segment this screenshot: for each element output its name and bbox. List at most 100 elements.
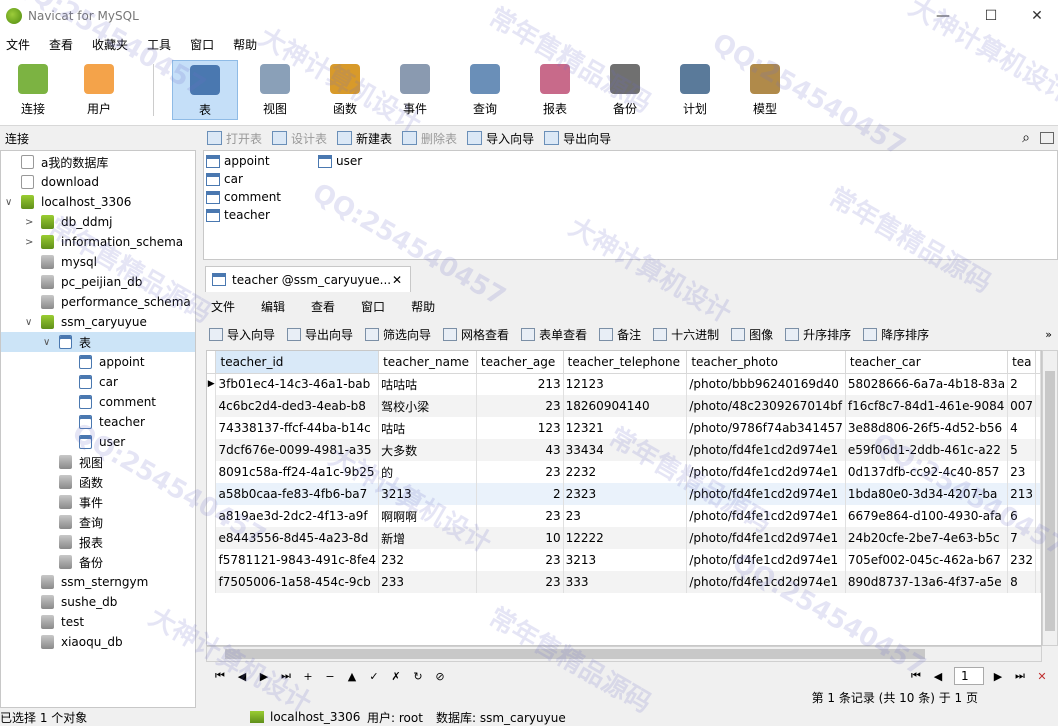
table-cell[interactable]: 3213 [378, 483, 477, 505]
record-nav-button[interactable]: ▶ [254, 670, 274, 683]
tree-item[interactable]: test [1, 612, 195, 632]
table-row[interactable]: a819ae3d-2dc2-4f13-a9f 啊啊啊 23 23/photo/fd4f… [207, 505, 1041, 527]
tree-item[interactable]: mysql [1, 252, 195, 272]
tree-item[interactable]: ∨ localhost_3306 [1, 192, 195, 212]
toolbar-overflow-icon[interactable]: » [1045, 328, 1052, 341]
record-nav-button[interactable]: ⏭ [276, 669, 296, 683]
table-cell[interactable]: 3e88d806-26f5-4d52-b56 [845, 417, 1009, 439]
toolbar-function-button[interactable]: 函数 [312, 60, 378, 120]
table-cell[interactable]: 4c6bc2d4-ded3-4eab-b8 [215, 395, 380, 417]
table-cell[interactable]: 7 [1007, 527, 1036, 549]
table-cell[interactable]: 24b20cfe-2be7-4e63-b5c [845, 527, 1009, 549]
tree-item[interactable]: performance_schema [1, 292, 195, 312]
column-header[interactable]: teacher_telephone [563, 351, 688, 374]
table-toolbar-button[interactable]: 筛选向导 [365, 326, 431, 343]
table-cell[interactable]: /photo/fd4fe1cd2d974e1 [686, 505, 846, 527]
column-header[interactable]: teacher_photo [686, 351, 846, 374]
table-menu-edit[interactable]: 编辑 [261, 298, 285, 315]
column-header[interactable]: teacher_age [476, 351, 564, 374]
column-header[interactable]: teacher_car [845, 351, 1009, 374]
table-cell[interactable]: e8443556-8d45-4a23-8d [215, 527, 380, 549]
object-toolbar-button[interactable]: 导出向导 [544, 130, 611, 147]
table-row[interactable]: 7dcf676e-0099-4981-a35 大多数 43 33434/photo/f… [207, 439, 1041, 461]
table-row[interactable]: 4c6bc2d4-ded3-4eab-b8 驾校小梁 23 18260904140/p… [207, 395, 1041, 417]
record-nav-button[interactable]: ↻ [408, 670, 428, 683]
table-cell[interactable]: 890d8737-13a6-4f37-a5e [845, 571, 1009, 593]
table-toolbar-button[interactable]: 升序排序 [785, 326, 851, 343]
toolbar-connection-button[interactable]: 连接 [0, 60, 66, 120]
table-cell[interactable]: 咕咕咕 [378, 373, 477, 395]
table-toolbar-button[interactable]: 备注 [599, 326, 641, 343]
menu-file[interactable]: 文件 [0, 36, 36, 53]
table-cell[interactable]: 23 [476, 571, 564, 593]
table-cell[interactable]: /photo/bbb96240169d40 [686, 373, 846, 395]
table-toolbar-button[interactable]: 导入向导 [209, 326, 275, 343]
table-cell[interactable]: /photo/fd4fe1cd2d974e1 [686, 439, 846, 461]
tree-item[interactable]: pc_peijian_db [1, 272, 195, 292]
expand-arrow-icon[interactable]: ∨ [25, 317, 32, 328]
column-header[interactable]: teacher_id [215, 351, 380, 374]
toolbar-model-button[interactable]: 模型 [732, 60, 798, 120]
tree-item[interactable]: ∨ 表 [1, 332, 195, 352]
prev-page-button[interactable]: ◀ [928, 670, 948, 683]
table-cell[interactable]: 7dcf676e-0099-4981-a35 [215, 439, 380, 461]
table-cell[interactable]: f5781121-9843-491c-8fe4 [215, 549, 380, 571]
tree-item[interactable]: 备份 [1, 552, 195, 572]
table-cell[interactable]: 232 [1007, 549, 1036, 571]
tree-item[interactable]: > db_ddmj [1, 212, 195, 232]
table-cell[interactable]: 232 [378, 549, 477, 571]
table-row[interactable]: ▶ 3fb01ec4-14c3-46a1-bab 咕咕咕 213 12123/photo… [207, 373, 1041, 395]
tree-item[interactable]: > information_schema [1, 232, 195, 252]
tree-item[interactable]: download [1, 172, 195, 192]
table-cell[interactable]: 5 [1007, 439, 1036, 461]
next-page-button[interactable]: ▶ [988, 670, 1008, 683]
horizontal-scroll-thumb[interactable] [225, 649, 925, 659]
table-toolbar-button[interactable]: 十六进制 [653, 326, 719, 343]
vertical-scroll-thumb[interactable] [1045, 371, 1055, 631]
tab-teacher[interactable]: teacher @ssm_caryuyue... ✕ [205, 266, 411, 292]
grid-horizontal-scrollbar[interactable] [206, 646, 1042, 662]
tree-item[interactable]: sushe_db [1, 592, 195, 612]
table-cell[interactable]: 23 [476, 461, 564, 483]
table-toolbar-button[interactable]: 导出向导 [287, 326, 353, 343]
menu-window[interactable]: 窗口 [184, 36, 220, 53]
tree-item[interactable]: car [1, 372, 195, 392]
record-nav-button[interactable]: ⊘ [430, 670, 450, 683]
table-toolbar-button[interactable]: 表单查看 [521, 326, 587, 343]
table-menu-window[interactable]: 窗口 [361, 298, 385, 315]
table-cell[interactable]: 4 [1007, 417, 1036, 439]
table-cell[interactable]: /photo/fd4fe1cd2d974e1 [686, 549, 846, 571]
table-cell[interactable]: a58b0caa-fe83-4fb6-ba7 [215, 483, 380, 505]
table-menu-help[interactable]: 帮助 [411, 298, 435, 315]
table-cell[interactable]: e59f06d1-2ddb-461c-a22 [845, 439, 1009, 461]
table-cell[interactable]: 33434 [563, 439, 688, 461]
toolbar-query-button[interactable]: 查询 [452, 60, 518, 120]
tree-item[interactable]: teacher [1, 412, 195, 432]
table-cell[interactable]: a819ae3d-2dc2-4f13-a9f [215, 505, 380, 527]
grid-vertical-scrollbar[interactable] [1042, 350, 1058, 646]
tree-item[interactable]: xiaoqu_db [1, 632, 195, 652]
tree-item[interactable]: user [1, 432, 195, 452]
tree-item[interactable]: 查询 [1, 512, 195, 532]
settings-icon[interactable]: ✕ [1032, 670, 1052, 683]
table-cell[interactable]: 23 [1007, 461, 1036, 483]
table-cell[interactable]: 213 [1007, 483, 1036, 505]
object-item[interactable]: appoint [206, 154, 270, 168]
column-header[interactable]: tea [1007, 351, 1036, 374]
object-toolbar-button[interactable]: 导入向导 [467, 130, 534, 147]
object-toolbar-button[interactable]: 删除表 [402, 130, 457, 147]
table-cell[interactable]: 43 [476, 439, 564, 461]
table-cell[interactable]: 咕咕 [378, 417, 477, 439]
page-number-input[interactable]: 1 [954, 667, 984, 685]
table-cell[interactable]: 2 [1007, 373, 1036, 395]
table-cell[interactable]: 123 [476, 417, 564, 439]
record-nav-button[interactable]: ⏮ [210, 669, 230, 683]
table-toolbar-button[interactable]: 图像 [731, 326, 773, 343]
table-cell[interactable]: 8091c58a-ff24-4a1c-9b25 [215, 461, 380, 483]
table-cell[interactable]: 0d137dfb-cc92-4c40-857 [845, 461, 1009, 483]
toolbar-schedule-button[interactable]: 计划 [662, 60, 728, 120]
record-nav-button[interactable]: ▲ [342, 670, 362, 683]
table-cell[interactable]: f16cf8c7-84d1-461e-9084 [845, 395, 1009, 417]
menu-view[interactable]: 查看 [43, 36, 79, 53]
menu-favorites[interactable]: 收藏夹 [86, 36, 134, 53]
